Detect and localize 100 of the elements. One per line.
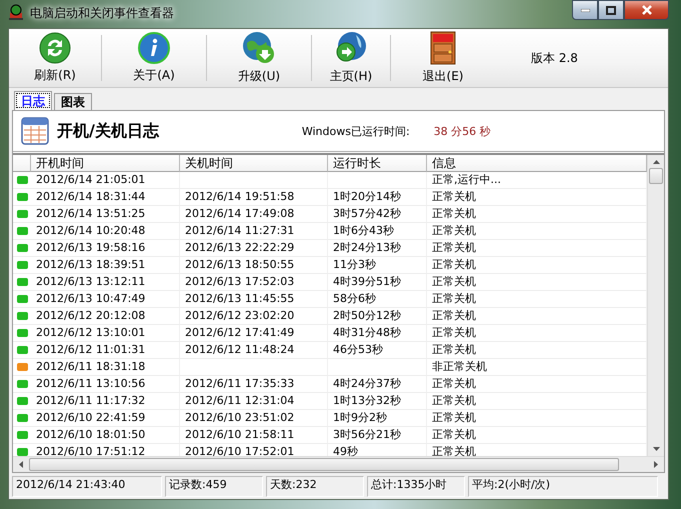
status-text: 总计:1335小时 [367,476,465,497]
column-header[interactable] [13,155,31,172]
table-cell: 2012/6/14 11:27:31 [180,223,328,240]
table-cell: 11分3秒 [328,257,427,274]
table-cell: 1时13分32秒 [328,393,427,410]
table-cell: 正常关机 [427,427,647,444]
column-header[interactable]: 关机时间 [180,155,328,172]
table-cell: 正常关机 [427,376,647,393]
vertical-scrollbar[interactable] [647,155,664,456]
window-title: 电脑启动和关闭事件查看器 [30,5,174,22]
table-cell: 3时57分42秒 [328,206,427,223]
table-cell: 4时24分37秒 [328,376,427,393]
table-cell: 2012/6/13 19:58:16 [31,240,180,257]
close-icon [642,5,652,15]
table-cell: 2012/6/12 11:48:24 [180,342,328,359]
table-cell: 2012/6/12 17:41:49 [180,325,328,342]
log-title: 开机/关机日志 [57,120,159,142]
status-text: 天数:232 [266,476,364,497]
table-cell: 2012/6/13 18:50:55 [180,257,328,274]
toolbar-button[interactable]: 升级(U) [207,29,311,87]
table-cell: 2012/6/14 17:49:08 [180,206,328,223]
status-text: 平均:2(小时/次) [468,476,658,497]
maximize-button[interactable] [598,0,624,20]
table-cell: 2012/6/10 18:01:50 [31,427,180,444]
toolbar-button[interactable]: 关于(A) [102,29,206,87]
exit-door-icon [430,31,456,65]
table-cell: 2012/6/11 11:17:32 [31,393,180,410]
status-text: 2012/6/14 21:43:40 [12,476,162,497]
close-button[interactable] [624,0,669,20]
version-label: 版本 2.8 [531,50,578,66]
table-cell: 58分6秒 [328,291,427,308]
table-cell: 正常关机 [427,325,647,342]
table-cell: 2012/6/12 23:02:20 [180,308,328,325]
minimize-button[interactable] [572,0,598,20]
table-cell: 正常关机 [427,308,647,325]
tab[interactable]: 日志 [14,91,52,110]
table-cell: 4时31分48秒 [328,325,427,342]
table-cell: 2时50分12秒 [328,308,427,325]
table-cell: 正常关机 [427,257,647,274]
scroll-thumb[interactable] [29,458,619,471]
info-icon [138,32,170,64]
toolbar-button[interactable]: 刷新(R) [9,29,101,87]
table-cell: 2012/6/14 21:05:01 [31,172,180,189]
scroll-left-icon [19,461,23,468]
table-cell: 2012/6/13 11:45:55 [180,291,328,308]
table-cell: 2012/6/14 19:51:58 [180,189,328,206]
table-cell: 正常关机 [427,410,647,427]
table-cell: 正常关机 [427,291,647,308]
table-cell: 2012/6/13 22:22:29 [180,240,328,257]
maximize-icon [606,6,616,14]
table-cell: 2012/6/14 10:20:48 [31,223,180,240]
table-cell: 2012/6/10 23:51:02 [180,410,328,427]
table-cell: 正常,运行中... [427,172,647,189]
scroll-up-icon [652,160,660,164]
table-cell: 3时56分21秒 [328,427,427,444]
table-cell: 1时6分43秒 [328,223,427,240]
table-cell: 2012/6/13 10:47:49 [31,291,180,308]
table-cell: 正常关机 [427,189,647,206]
table-cell: 2012/6/12 11:01:31 [31,342,180,359]
table-cell: 2012/6/11 13:10:56 [31,376,180,393]
uptime-value: 38 分56 秒 [434,124,491,138]
uptime-label: Windows已运行时间: [302,124,410,138]
table-cell: 2012/6/14 18:31:44 [31,189,180,206]
table-cell: 正常关机 [427,240,647,257]
table-cell: 非正常关机 [427,359,647,376]
app-icon [8,4,24,20]
toolbar-button[interactable]: 退出(E) [391,29,495,87]
table-cell: 正常关机 [427,223,647,240]
table-cell: 2012/6/10 22:41:59 [31,410,180,427]
refresh-icon [39,32,71,64]
table-cell: 2012/6/13 17:52:03 [180,274,328,291]
table-cell: 2012/6/13 18:39:51 [31,257,180,274]
scroll-down-icon [652,447,660,451]
table-cell: 2012/6/11 12:31:04 [180,393,328,410]
table-cell: 2012/6/12 13:10:01 [31,325,180,342]
table-cell: 46分53秒 [328,342,427,359]
minimize-icon [580,8,590,12]
table-cell: 1时20分14秒 [328,189,427,206]
column-header[interactable]: 运行时长 [328,155,427,172]
tab[interactable]: 图表 [54,93,92,110]
toolbar-button[interactable]: 主页(H) [312,29,390,87]
status-text: 记录数:459 [165,476,263,497]
table-cell: 4时39分51秒 [328,274,427,291]
table-icon [21,117,49,145]
table-cell: 2012/6/11 17:35:33 [180,376,328,393]
table-cell: 2012/6/11 18:31:18 [31,359,180,376]
globe-download-icon [242,31,276,65]
column-header[interactable]: 开机时间 [31,155,180,172]
table-cell: 正常关机 [427,393,647,410]
table-cell: 正常关机 [427,206,647,223]
horizontal-scrollbar[interactable] [13,456,664,472]
scroll-thumb[interactable] [649,168,663,184]
table-cell: 2012/6/14 13:51:25 [31,206,180,223]
table-cell: 正常关机 [427,342,647,359]
table-cell: 2012/6/10 21:58:11 [180,427,328,444]
table-cell: 1时9分2秒 [328,410,427,427]
column-header[interactable]: 信息 [427,155,647,172]
table-cell: 2012/6/12 20:12:08 [31,308,180,325]
table-cell: 正常关机 [427,274,647,291]
table-cell: 2012/6/13 13:12:11 [31,274,180,291]
